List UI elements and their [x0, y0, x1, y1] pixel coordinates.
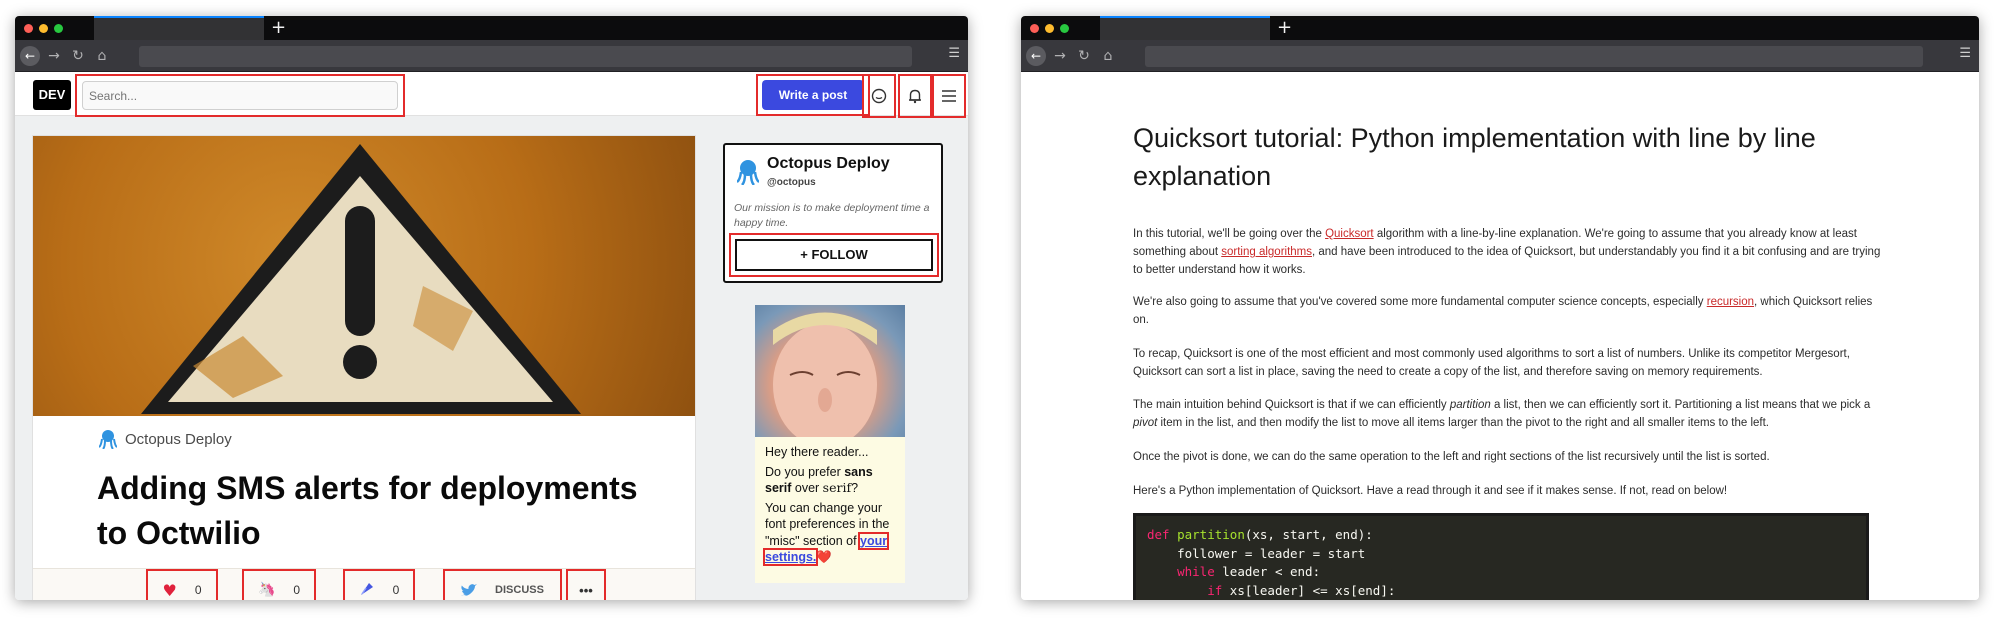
unicorn-count: 0	[293, 583, 301, 597]
settings-hint: You can change your font preferences in …	[762, 500, 890, 566]
code-line: if xs[leader] <= xs[end]:	[1207, 582, 1396, 598]
home-icon[interactable]: ⌂	[92, 46, 112, 66]
sidebar-ad-card: Hey there reader... Do you prefer sans s…	[755, 305, 905, 583]
bookmark-icon	[359, 581, 375, 600]
paragraph-6: Here's a Python implementation of Quicks…	[1133, 485, 1728, 497]
paragraph-4: The main intuition behind Quicksort is t…	[1133, 399, 1871, 429]
active-tab[interactable]	[94, 16, 264, 40]
tutorial-article: Quicksort tutorial: Python implementatio…	[1021, 73, 1979, 600]
heart-icon: ♥	[162, 580, 177, 600]
sidebar-greeting: Hey there reader...	[765, 445, 869, 459]
org-mission: Our mission is to make deployment time a…	[734, 202, 930, 229]
tutorial-page: Quicksort tutorial: Python implementatio…	[1021, 73, 1979, 600]
back-arrow-icon[interactable]: ←	[1026, 46, 1046, 66]
more-dots-icon: •••	[579, 582, 593, 598]
forward-arrow-icon[interactable]: →	[1050, 46, 1070, 66]
article-org[interactable]: Octopus Deploy	[99, 429, 232, 449]
maximize-window-button[interactable]	[54, 24, 63, 33]
sidebar-ad-text: Hey there reader... Do you prefer sans s…	[762, 444, 901, 569]
paragraph-3: To recap, Quicksort is one of the most e…	[1133, 348, 1850, 378]
sidebar-gif-image	[755, 305, 905, 447]
tab-bar: +	[1021, 16, 1979, 40]
like-count: 0	[194, 583, 202, 597]
article-org-name: Octopus Deploy	[125, 430, 232, 448]
reload-icon[interactable]: ↻	[1074, 46, 1094, 66]
octopus-logo-icon	[737, 160, 759, 185]
unicorn-button[interactable]: 🦄 0	[242, 569, 316, 600]
reaction-bar: ♥ 0 🦄 0 0 DISCUSS •••	[33, 568, 695, 600]
reload-icon[interactable]: ↻	[68, 46, 88, 66]
tutorial-title: Quicksort tutorial: Python implementatio…	[1133, 123, 1816, 191]
code-line: follower = leader = start	[1147, 545, 1366, 561]
search-field-wrapper	[75, 74, 405, 117]
quicksort-link[interactable]: Quicksort	[1325, 228, 1374, 240]
discuss-label: DISCUSS	[495, 584, 544, 596]
search-input[interactable]	[82, 81, 398, 110]
nav-bar: ← → ↻ ⌂ ☰	[1021, 40, 1979, 72]
like-button[interactable]: ♥ 0	[146, 569, 218, 600]
nav-bar: ← → ↻ ⌂ ☰	[15, 40, 968, 72]
site-header: DEV Write a post	[15, 73, 968, 118]
heart-emoji-icon: ❤️	[816, 550, 832, 564]
twitter-icon	[461, 583, 478, 596]
paragraph-1: In this tutorial, we'll be going over th…	[1133, 228, 1881, 276]
unicorn-icon: 🦄	[257, 582, 276, 598]
paragraph-2: We're also going to assume that you've c…	[1133, 296, 1873, 326]
new-tab-icon[interactable]: +	[271, 17, 286, 38]
sorting-algorithms-link[interactable]: sorting algorithms	[1221, 246, 1312, 258]
article-card: Octopus Deploy Adding SMS alerts for dep…	[33, 136, 695, 600]
org-handle: @octopus	[767, 177, 816, 188]
forward-arrow-icon[interactable]: →	[44, 46, 64, 66]
article-cover-image	[33, 136, 695, 416]
active-tab[interactable]	[1100, 16, 1270, 40]
close-window-button[interactable]	[1030, 24, 1039, 33]
more-options-button[interactable]: •••	[566, 569, 606, 600]
url-bar[interactable]	[139, 46, 912, 67]
octopus-icon	[99, 430, 117, 449]
bell-icon[interactable]	[898, 74, 932, 118]
browser-menu-icon[interactable]: ☰	[948, 46, 960, 61]
close-window-button[interactable]	[24, 24, 33, 33]
browser-window-left: + ← → ↻ ⌂ ☰ DEV Write a post	[15, 16, 968, 600]
dev-logo[interactable]: DEV	[33, 80, 71, 110]
maximize-window-button[interactable]	[1060, 24, 1069, 33]
write-post-button-wrapper: Write a post	[756, 74, 870, 116]
follow-button-wrapper: + FOLLOW	[729, 233, 939, 277]
code-line: def partition(xs, start, end):	[1147, 527, 1373, 542]
follow-button[interactable]: + FOLLOW	[735, 239, 933, 271]
org-name[interactable]: Octopus Deploy	[767, 155, 890, 173]
browser-menu-icon[interactable]: ☰	[1959, 46, 1971, 61]
minimize-window-button[interactable]	[1045, 24, 1054, 33]
article-title: Adding SMS alerts for deployments to Oct…	[97, 470, 638, 551]
save-count: 0	[392, 583, 400, 597]
url-bar[interactable]	[1145, 46, 1923, 67]
window-controls	[24, 24, 63, 33]
org-profile-card: Octopus Deploy @octopus Our mission is t…	[723, 143, 943, 283]
browser-window-right: + ← → ↻ ⌂ ☰ Quicksort tutorial: Python i…	[1021, 16, 1979, 600]
write-post-button[interactable]: Write a post	[762, 80, 864, 110]
recursion-link[interactable]: recursion	[1707, 296, 1754, 308]
paragraph-5: Once the pivot is done, we can do the sa…	[1133, 451, 1770, 463]
home-icon[interactable]: ⌂	[1098, 46, 1118, 66]
minimize-window-button[interactable]	[39, 24, 48, 33]
back-arrow-icon[interactable]: ←	[20, 46, 40, 66]
menu-icon[interactable]	[932, 74, 966, 118]
code-line: while leader < end:	[1177, 564, 1321, 579]
save-button[interactable]: 0	[343, 569, 415, 600]
tab-bar: +	[15, 16, 968, 40]
window-controls	[1030, 24, 1069, 33]
font-question: Do you prefer sans serif over serif?	[765, 464, 873, 496]
discuss-button[interactable]: DISCUSS	[443, 569, 562, 600]
code-block: def partition(xs, start, end): follower …	[1133, 513, 1869, 600]
chat-icon[interactable]	[862, 74, 896, 118]
dev-page: DEV Write a post	[15, 73, 968, 600]
new-tab-icon[interactable]: +	[1277, 17, 1292, 38]
